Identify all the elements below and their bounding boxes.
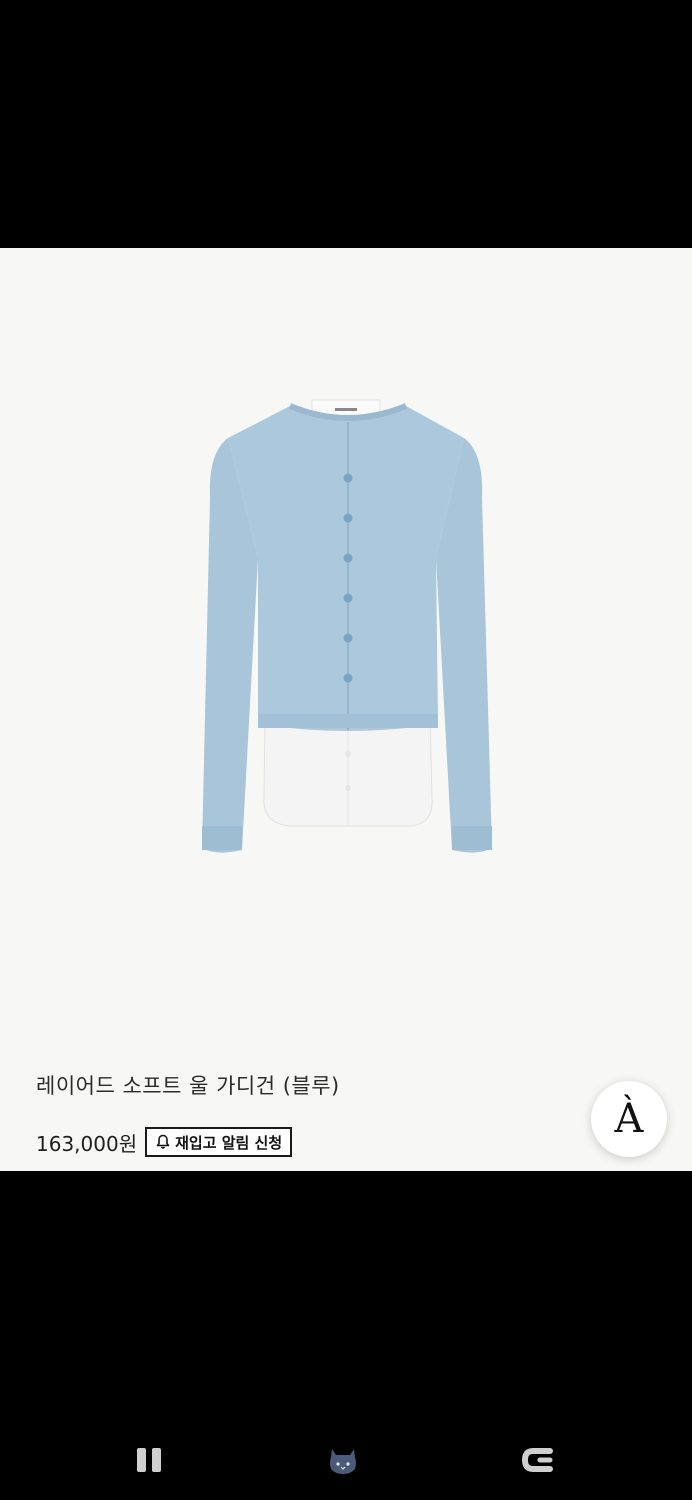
price-row: 163,000원 재입고 알림 신청 — [36, 1125, 293, 1159]
top-letterbox — [0, 0, 692, 248]
product-name[interactable]: 레이어드 소프트 울 가디건 (블루) — [36, 1070, 340, 1100]
recents-icon[interactable] — [130, 1443, 170, 1477]
accessibility-glyph: À — [614, 1096, 644, 1142]
back-icon[interactable] — [518, 1443, 558, 1477]
restock-alert-button[interactable]: 재입고 알림 신청 — [145, 1127, 293, 1157]
product-price: 163,000원 — [36, 1131, 138, 1156]
restock-alert-label: 재입고 알림 신청 — [175, 1133, 283, 1152]
product-card[interactable]: 레이어드 소프트 울 가디건 (블루) 163,000원 재입고 알림 신청 À — [0, 248, 692, 1171]
product-image[interactable] — [150, 378, 542, 878]
accessibility-button[interactable]: À — [591, 1081, 667, 1157]
screen: 레이어드 소프트 울 가디건 (블루) 163,000원 재입고 알림 신청 À — [0, 0, 692, 1500]
bell-icon — [156, 1134, 170, 1149]
home-character-icon[interactable] — [323, 1443, 363, 1477]
system-nav-bar — [0, 1425, 692, 1493]
